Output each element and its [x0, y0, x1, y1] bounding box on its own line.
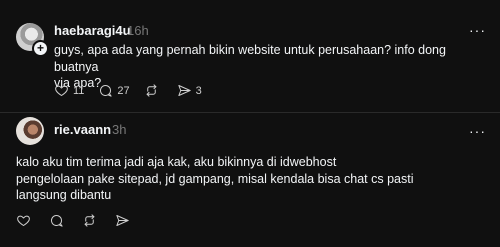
follow-plus-icon[interactable]: +	[32, 40, 49, 57]
username[interactable]: rie.vaann	[54, 122, 111, 137]
reply-button[interactable]	[49, 213, 68, 228]
like-button[interactable]	[16, 213, 35, 228]
post-text-line: kalo aku tim terima jadi aja kak, aku bi…	[16, 155, 337, 169]
share-icon	[178, 85, 191, 96]
username[interactable]: haebaragi4u	[54, 23, 131, 38]
heart-icon	[17, 215, 30, 226]
repost-icon	[84, 214, 95, 227]
reply-button[interactable]: 27	[98, 83, 130, 98]
repost-button[interactable]	[144, 83, 163, 98]
more-icon[interactable]: ···	[469, 123, 486, 139]
repost-button[interactable]	[82, 213, 101, 228]
share-count: 3	[195, 84, 202, 97]
heart-icon	[55, 85, 68, 96]
avatar[interactable]	[16, 117, 44, 145]
like-count: 11	[73, 84, 85, 97]
thread-post: rie.vaann 3h ··· kalo aku tim terima jad…	[0, 113, 500, 247]
share-button[interactable]	[115, 213, 134, 228]
repost-icon	[146, 84, 157, 97]
post-text-line: guys, apa ada yang pernah bikin website …	[54, 43, 446, 74]
action-bar: 11 27 3	[54, 83, 216, 98]
share-icon	[116, 215, 129, 226]
post-time: 3h	[112, 122, 127, 137]
more-icon[interactable]: ···	[469, 22, 486, 38]
post-text-line: langsung dibantu	[16, 188, 112, 202]
reply-count: 27	[117, 84, 130, 97]
thread-post: + haebaragi4u 16h ··· guys, apa ada yang…	[0, 0, 500, 112]
share-button[interactable]: 3	[177, 83, 202, 98]
action-bar	[16, 213, 148, 228]
post-time: 16h	[127, 23, 149, 38]
comment-icon	[100, 85, 113, 97]
post-text-line: pengelolaan pake sitepad, jd gampang, mi…	[16, 171, 414, 186]
like-button[interactable]: 11	[54, 83, 84, 98]
comment-icon	[51, 215, 63, 227]
post-text: kalo aku tim terima jadi aja kak, aku bi…	[16, 154, 466, 204]
